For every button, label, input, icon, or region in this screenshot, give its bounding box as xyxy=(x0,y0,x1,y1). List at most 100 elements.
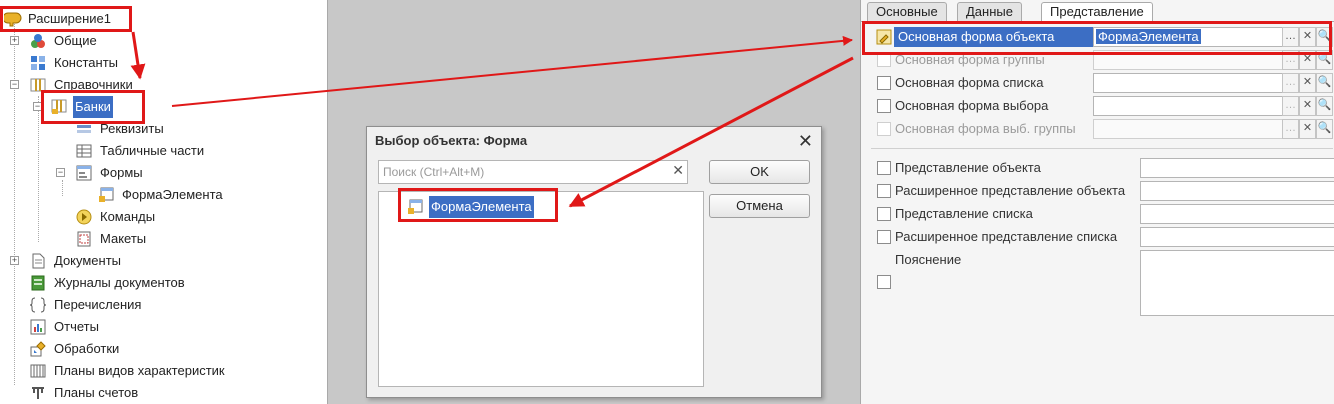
tree-root[interactable]: Расширение1 xyxy=(2,8,113,30)
clear-icon[interactable]: ✕ xyxy=(1299,27,1316,47)
tree-item-label: Справочники xyxy=(54,77,133,92)
clear-icon[interactable]: ✕ xyxy=(1299,119,1316,139)
object-list[interactable]: ФормаЭлемента xyxy=(378,191,704,387)
tab-data[interactable]: Данные xyxy=(957,2,1022,22)
default-object-form-field[interactable]: ФормаЭлемента xyxy=(1093,27,1283,47)
checkbox[interactable] xyxy=(877,53,891,67)
checkbox[interactable] xyxy=(877,184,891,198)
tree-item-label: ФормаЭлемента xyxy=(122,187,223,202)
collapse-icon[interactable]: − xyxy=(56,168,65,177)
object-presentation-label: Представление объекта xyxy=(895,160,1041,175)
select-button[interactable]: … xyxy=(1282,96,1299,116)
search-input[interactable]: Поиск (Ctrl+Alt+M) ✕ xyxy=(378,160,688,184)
select-button[interactable]: … xyxy=(1282,50,1299,70)
tree-item-chart-of-characteristics[interactable]: Планы видов характеристик xyxy=(30,360,227,382)
expand-icon[interactable]: + xyxy=(10,36,19,45)
search-icon[interactable]: 🔍 xyxy=(1316,27,1333,47)
collapse-icon[interactable]: − xyxy=(10,80,19,89)
checkbox[interactable] xyxy=(877,207,891,221)
search-icon[interactable]: 🔍 xyxy=(1316,119,1333,139)
checkbox[interactable] xyxy=(877,161,891,175)
default-group-form-label: Основная форма группы xyxy=(895,52,1045,67)
tree-item-constants[interactable]: Константы xyxy=(30,52,120,74)
select-button[interactable]: … xyxy=(1282,119,1299,139)
tree-item-data-processors[interactable]: Обработки xyxy=(30,338,121,360)
reports-icon xyxy=(30,319,46,335)
default-choice-form-field[interactable] xyxy=(1093,96,1283,116)
tree-item-label: Константы xyxy=(54,55,118,70)
checkbox[interactable] xyxy=(877,275,891,289)
default-object-form-label: Основная форма объекта xyxy=(894,27,1108,47)
clear-icon[interactable]: ✕ xyxy=(1299,73,1316,93)
tree-item-enums[interactable]: Перечисления xyxy=(29,294,143,316)
extended-object-presentation-field[interactable] xyxy=(1140,181,1334,201)
list-item[interactable]: ФормаЭлемента xyxy=(407,196,534,218)
tree-item-reports[interactable]: Отчеты xyxy=(30,316,101,338)
checkbox[interactable] xyxy=(877,230,891,244)
tree-item-forms[interactable]: − Формы xyxy=(56,162,145,184)
checkbox[interactable] xyxy=(877,76,891,90)
collapse-icon[interactable]: − xyxy=(33,102,42,111)
tree-item-commands[interactable]: Команды xyxy=(76,206,157,228)
list-presentation-field[interactable] xyxy=(1140,204,1334,224)
default-folder-choice-form-field[interactable] xyxy=(1093,119,1283,139)
ok-button[interactable]: OK xyxy=(709,160,810,184)
expand-icon[interactable]: + xyxy=(10,256,19,265)
tree-item-banks[interactable]: − Банки xyxy=(33,96,113,118)
tree-item-documents[interactable]: + Документы xyxy=(10,250,123,272)
checkbox[interactable] xyxy=(877,122,891,136)
select-button[interactable]: … xyxy=(1282,73,1299,93)
clear-icon[interactable]: ✕ xyxy=(1299,50,1316,70)
tab-presentation[interactable]: Представление xyxy=(1041,2,1153,23)
default-choice-form-label: Основная форма выбора xyxy=(895,98,1049,113)
tree-item-label: Перечисления xyxy=(54,297,142,312)
pencil-form-icon xyxy=(876,29,892,45)
tab-main[interactable]: Основные xyxy=(867,2,947,22)
clear-icon[interactable]: ✕ xyxy=(1299,96,1316,116)
explanation-label: Пояснение xyxy=(895,252,962,267)
extended-list-presentation-field[interactable] xyxy=(1140,227,1334,247)
data-processors-icon xyxy=(30,341,46,357)
cancel-button[interactable]: Отмена xyxy=(709,194,810,218)
tree-item-label: Обработки xyxy=(54,341,120,356)
object-presentation-row: Представление объекта xyxy=(877,158,1334,178)
default-object-form-row: Основная форма объекта ФормаЭлемента … ✕… xyxy=(876,27,1333,47)
tree-item-catalogs[interactable]: − Справочники xyxy=(10,74,135,96)
search-icon[interactable]: 🔍 xyxy=(1316,50,1333,70)
tree-item-chart-of-accounts[interactable]: Планы счетов xyxy=(30,382,140,404)
default-list-form-label: Основная форма списка xyxy=(895,75,1044,90)
select-object-dialog[interactable]: Выбор объекта: Форма ✕ Поиск (Ctrl+Alt+M… xyxy=(366,126,822,398)
search-icon[interactable]: 🔍 xyxy=(1316,73,1333,93)
tree-item-element-form[interactable]: ФормаЭлемента xyxy=(98,184,225,206)
chart-of-characteristics-icon xyxy=(30,363,46,379)
tree-item-journals[interactable]: Журналы документов xyxy=(30,272,187,294)
default-group-form-field[interactable] xyxy=(1093,50,1283,70)
tree-root-label: Расширение1 xyxy=(28,11,112,26)
extension-icon xyxy=(2,11,22,27)
tree-item-label: Общие xyxy=(54,33,97,48)
forms-icon xyxy=(76,165,92,181)
default-choice-form-row: Основная форма выбора … ✕ 🔍 xyxy=(877,96,1333,116)
commands-icon xyxy=(76,209,92,225)
tree-item-attributes[interactable]: Реквизиты xyxy=(76,118,166,140)
tree-item-templates[interactable]: Макеты xyxy=(76,228,148,250)
tree-item-tabular-sections[interactable]: Табличные части xyxy=(76,140,206,162)
tree-item-label: Табличные части xyxy=(100,143,205,158)
extended-object-presentation-row: Расширенное представление объекта xyxy=(877,181,1334,201)
close-icon[interactable]: ✕ xyxy=(798,127,813,155)
clear-icon[interactable]: ✕ xyxy=(672,162,684,179)
tree-item-common[interactable]: + Общие xyxy=(10,30,99,52)
default-group-form-row: Основная форма группы … ✕ 🔍 xyxy=(877,50,1333,70)
configuration-tree[interactable]: Расширение1 + Общие Константы − Справочн… xyxy=(0,0,328,404)
select-button[interactable]: … xyxy=(1282,27,1299,47)
tab-divider xyxy=(861,21,1334,22)
default-list-form-field[interactable] xyxy=(1093,73,1283,93)
checkbox[interactable] xyxy=(877,99,891,113)
list-presentation-label: Представление списка xyxy=(895,206,1033,221)
dialog-titlebar[interactable]: Выбор объекта: Форма ✕ xyxy=(367,127,821,155)
object-presentation-field[interactable] xyxy=(1140,158,1334,178)
default-object-form-value: ФормаЭлемента xyxy=(1096,29,1201,44)
search-icon[interactable]: 🔍 xyxy=(1316,96,1333,116)
explanation-field[interactable] xyxy=(1140,250,1334,316)
search-placeholder: Поиск (Ctrl+Alt+M) xyxy=(383,165,485,179)
